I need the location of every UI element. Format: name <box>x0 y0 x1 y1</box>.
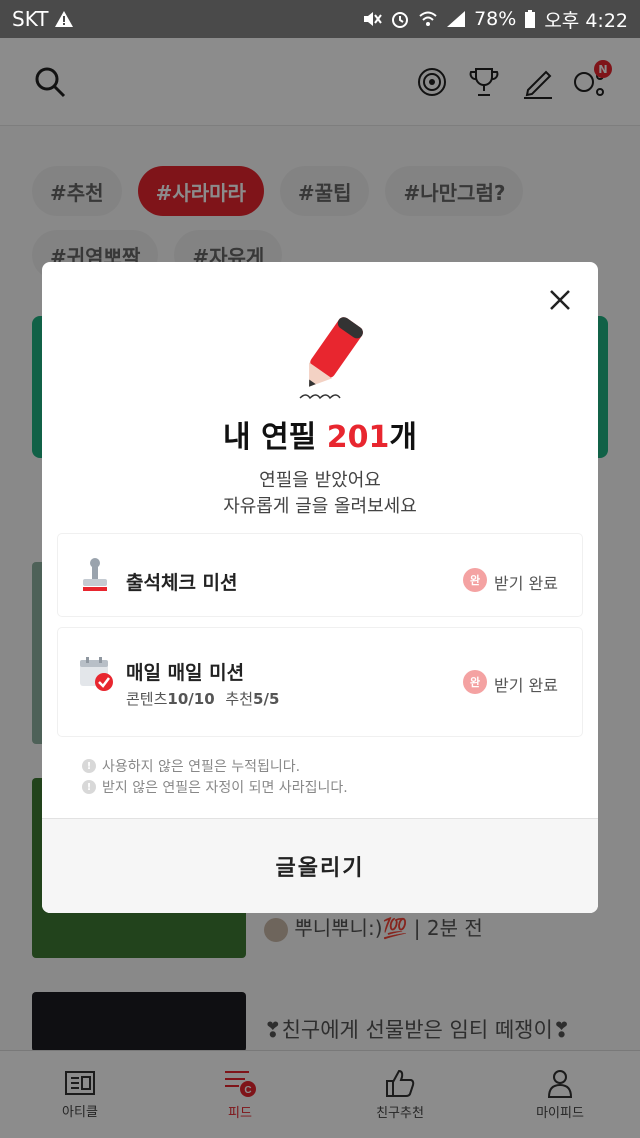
complete-badge: 완 <box>463 568 487 592</box>
mission-status: 받기 완료 <box>494 676 558 695</box>
red-pencil-icon <box>299 317 363 400</box>
mute-icon <box>364 12 382 26</box>
carrier-label: SKT <box>12 7 49 31</box>
warning-icon <box>55 11 74 27</box>
mission-title: 매일 매일 미션 <box>126 662 245 684</box>
mission-card-daily: 매일 매일 미션 콘텐츠10/10 추천5/5 완 받기 완료 <box>58 628 582 736</box>
mission-progress: 콘텐츠10/10 추천5/5 <box>126 690 280 708</box>
alarm-icon <box>392 12 409 28</box>
info-icon: ! <box>82 759 96 773</box>
write-post-button[interactable]: 글올리기 <box>42 819 598 913</box>
mission-title: 출석체크 미션 <box>126 572 238 594</box>
wifi-icon <box>419 11 437 26</box>
close-icon <box>550 290 570 310</box>
info-icon: ! <box>82 780 96 794</box>
status-bar: SKT 78% 오후 4:22 <box>0 0 640 38</box>
modal-subtitle-1: 연필을 받았어요 <box>259 470 381 491</box>
modal-subtitle-2: 자유롭게 글을 올려보세요 <box>223 496 417 517</box>
signal-icon <box>447 11 466 27</box>
close-button[interactable] <box>544 284 576 316</box>
pencil-count-title: 내 연필 201개 <box>223 420 417 455</box>
mission-card-attendance: 출석체크 미션 완 받기 완료 <box>58 534 582 616</box>
info-note: ! 사용하지 않은 연필은 누적됩니다. <box>82 756 300 776</box>
clock: 오후 4:22 <box>544 9 628 32</box>
complete-badge: 완 <box>463 670 487 694</box>
battery-icon <box>525 10 536 28</box>
pencil-count: 201 <box>326 420 390 455</box>
mission-status: 받기 완료 <box>494 574 558 593</box>
pencil-reward-modal: 내 연필 201개 연필을 받았어요 자유롭게 글을 올려보세요 출석체크 미션… <box>42 262 598 913</box>
calendar-check-icon <box>80 657 113 691</box>
info-note: ! 받지 않은 연필은 자정이 되면 사라집니다. <box>82 777 348 797</box>
battery-percent: 78% <box>474 8 517 30</box>
stamp-icon <box>83 558 107 591</box>
